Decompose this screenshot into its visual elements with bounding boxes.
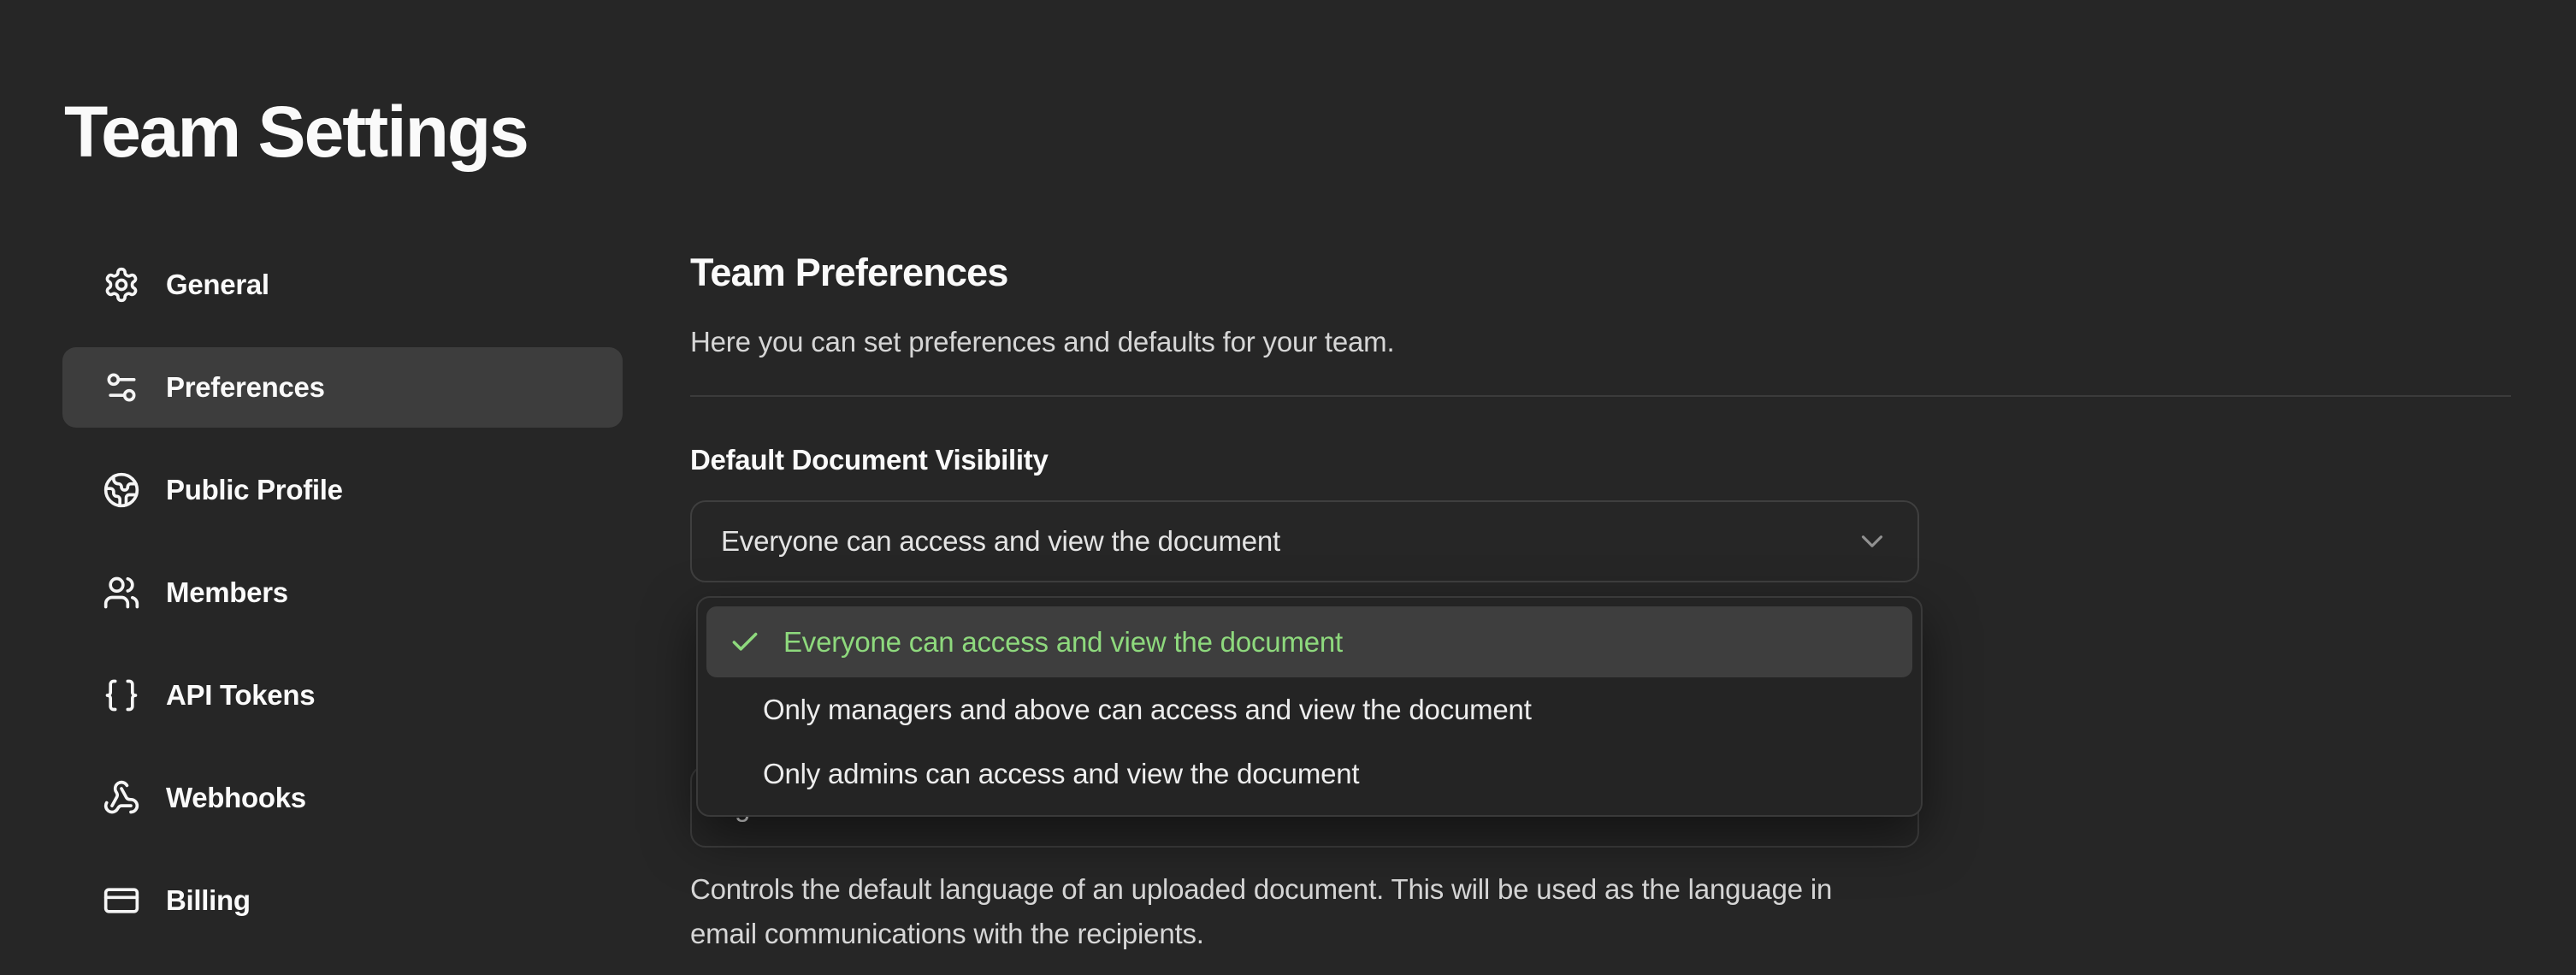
section-divider: [690, 395, 2511, 397]
sidebar: General Preferences Public Profile Membe…: [62, 245, 623, 941]
sidebar-item-preferences[interactable]: Preferences: [62, 347, 623, 428]
globe-icon: [103, 471, 140, 509]
dropdown-option-label: Only managers and above can access and v…: [763, 694, 1532, 726]
sidebar-item-label: Public Profile: [166, 474, 343, 506]
visibility-dropdown: Everyone can access and view the documen…: [696, 596, 1923, 817]
team-settings-page: Team Settings General Preferences Public…: [0, 0, 2576, 975]
sidebar-item-label: Webhooks: [166, 782, 306, 814]
dropdown-option-label: Only admins can access and view the docu…: [763, 758, 1359, 790]
visibility-select[interactable]: Everyone can access and view the documen…: [690, 500, 1919, 582]
sidebar-item-public-profile[interactable]: Public Profile: [62, 450, 623, 530]
main-content: Team Preferences Here you can set prefer…: [690, 0, 2511, 975]
sidebar-item-general[interactable]: General: [62, 245, 623, 325]
dropdown-option-selected[interactable]: Everyone can access and view the documen…: [706, 606, 1912, 677]
check-icon: [729, 626, 761, 659]
sidebar-item-billing[interactable]: Billing: [62, 860, 623, 941]
sidebar-item-webhooks[interactable]: Webhooks: [62, 758, 623, 838]
braces-icon: [103, 677, 140, 714]
webhook-icon: [103, 779, 140, 817]
section-description: Here you can set preferences and default…: [690, 326, 1394, 358]
page-title: Team Settings: [64, 92, 528, 171]
dropdown-option[interactable]: Only managers and above can access and v…: [706, 677, 1912, 742]
dropdown-option-label: Everyone can access and view the documen…: [783, 626, 1343, 659]
gear-icon: [103, 266, 140, 304]
section-heading: Team Preferences: [690, 251, 1008, 295]
visibility-label: Default Document Visibility: [690, 444, 1049, 476]
sidebar-item-label: Preferences: [166, 371, 325, 404]
sidebar-item-api-tokens[interactable]: API Tokens: [62, 655, 623, 736]
sliders-icon: [103, 369, 140, 406]
language-helper-text: Controls the default language of an uplo…: [690, 867, 1870, 956]
dropdown-option[interactable]: Only admins can access and view the docu…: [706, 742, 1912, 807]
chevron-down-icon: [1854, 523, 1890, 559]
users-icon: [103, 574, 140, 612]
sidebar-item-label: Billing: [166, 884, 251, 917]
sidebar-item-label: General: [166, 269, 269, 301]
sidebar-item-label: API Tokens: [166, 679, 315, 712]
sidebar-item-members[interactable]: Members: [62, 552, 623, 633]
sidebar-item-label: Members: [166, 576, 288, 609]
visibility-select-value: Everyone can access and view the documen…: [721, 525, 1280, 558]
credit-card-icon: [103, 882, 140, 919]
